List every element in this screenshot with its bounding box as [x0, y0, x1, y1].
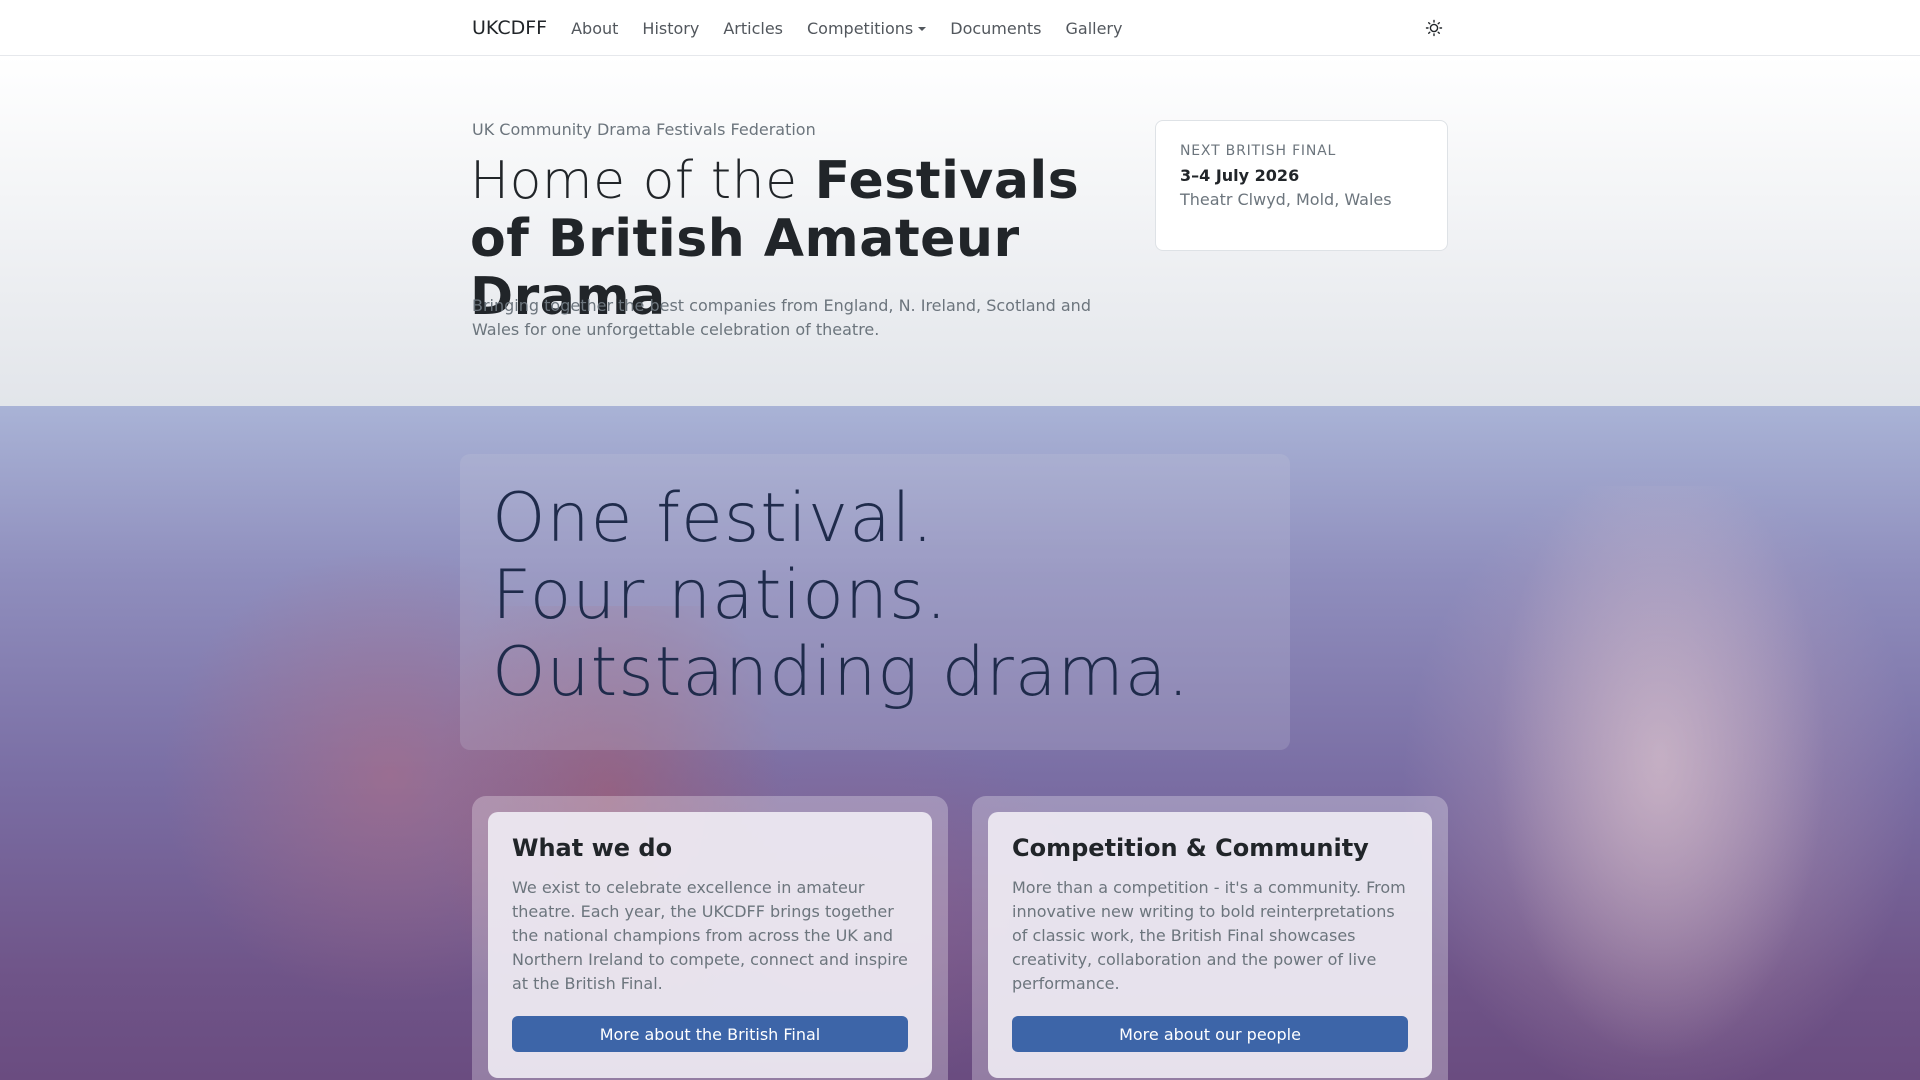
british-final-button[interactable]: More about the British Final: [512, 1016, 908, 1052]
nav-link-history[interactable]: History: [642, 19, 699, 38]
competition-community-card: Competition & Community More than a comp…: [972, 796, 1448, 1080]
hero-photo-section: One festival. Four nations. Outstanding …: [0, 406, 1920, 1080]
next-final-venue: Theatr Clwyd, Mold, Wales: [1180, 190, 1392, 209]
tagline-line: One festival.: [492, 479, 935, 558]
card-text: More than a competition - it's a communi…: [1012, 878, 1406, 993]
next-final-label: Next British Final: [1180, 143, 1337, 159]
nav-dropdown-competitions[interactable]: Competitions: [807, 18, 927, 38]
next-final-date: 3–4 July 2026: [1180, 166, 1300, 185]
navbar: UKCDFF About History Articles Competitio…: [0, 0, 1920, 56]
nav-link-articles[interactable]: Articles: [723, 19, 783, 38]
nav-link-competitions-label: Competitions: [807, 18, 914, 38]
hero-section: UK Community Drama Festivals Federation …: [0, 56, 1920, 406]
card-body: What we do We exist to celebrate excelle…: [488, 812, 932, 1078]
tagline-line: Four nations.: [492, 556, 949, 635]
hero-lead: Bringing together the best companies fro…: [472, 296, 1091, 339]
our-people-button[interactable]: More about our people: [1012, 1016, 1408, 1052]
nav-link-gallery[interactable]: Gallery: [1065, 19, 1122, 38]
nav-container: UKCDFF About History Articles Competitio…: [472, 0, 1448, 56]
card-text: We exist to celebrate excellence in amat…: [512, 878, 908, 993]
theme-toggle-button[interactable]: [1424, 18, 1444, 38]
card-title: What we do: [512, 834, 673, 862]
hero-title-light: Home of the: [470, 151, 815, 211]
next-final-card: Next British Final 3–4 July 2026 Theatr …: [1155, 120, 1448, 251]
hero-eyebrow: UK Community Drama Festivals Federation: [472, 120, 816, 139]
nav-link-about[interactable]: About: [571, 19, 618, 38]
caret-down-icon: [918, 26, 927, 31]
sun-icon: [1425, 19, 1443, 37]
nav-link-documents[interactable]: Documents: [950, 19, 1041, 38]
performer-figure: [1480, 486, 1840, 1080]
tagline: One festival. Four nations. Outstanding …: [492, 480, 1190, 711]
card-body: Competition & Community More than a comp…: [988, 812, 1432, 1078]
brand-link[interactable]: UKCDFF: [472, 17, 547, 39]
card-title: Competition & Community: [1012, 834, 1369, 862]
tagline-line: Outstanding drama.: [492, 633, 1191, 712]
what-we-do-card: What we do We exist to celebrate excelle…: [472, 796, 948, 1080]
